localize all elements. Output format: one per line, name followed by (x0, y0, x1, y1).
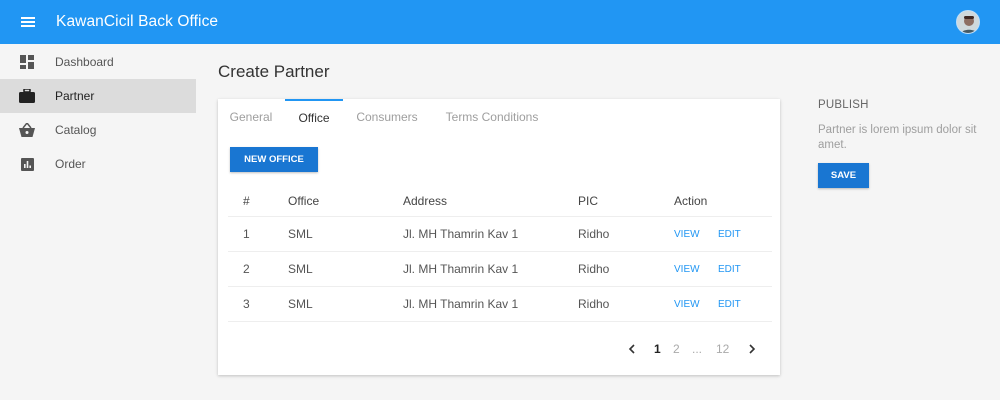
publish-description: Partner is lorem ipsum dolor sit amet. (818, 124, 977, 151)
pagination: 1 2 ... 12 (622, 339, 772, 359)
menu-button[interactable] (0, 0, 56, 44)
page-button[interactable]: 12 (716, 339, 729, 359)
app-bar: KawanCicil Back Office (0, 0, 1000, 44)
row-office: SML (288, 227, 313, 241)
tab-office[interactable]: Office (285, 99, 343, 135)
briefcase-icon (18, 87, 36, 105)
tab-bar: General Office Consumers Terms Condition… (218, 99, 780, 135)
table-row: 3 SML Jl. MH Thamrin Kav 1 Ridho VIEW ED… (228, 287, 772, 322)
chevron-right-icon[interactable] (748, 339, 756, 359)
table-row: 2 SML Jl. MH Thamrin Kav 1 Ridho VIEW ED… (228, 252, 772, 287)
sidebar-item-partner[interactable]: Partner (0, 79, 196, 113)
row-number: 1 (243, 227, 250, 241)
row-address: Jl. MH Thamrin Kav 1 (403, 227, 519, 241)
sidebar: Dashboard Partner Catalog Order (0, 44, 196, 400)
column-header-pic: PIC (578, 193, 599, 208)
row-address: Jl. MH Thamrin Kav 1 (403, 262, 519, 276)
sidebar-item-dashboard[interactable]: Dashboard (0, 45, 196, 79)
dashboard-icon (18, 53, 36, 71)
sidebar-item-label: Catalog (55, 123, 97, 137)
edit-link[interactable]: EDIT (718, 252, 741, 286)
row-address: Jl. MH Thamrin Kav 1 (403, 297, 519, 311)
publish-panel: PUBLISH Partner is lorem ipsum dolor sit… (818, 99, 988, 188)
table-header: # Office Address PIC Action (228, 185, 772, 217)
row-number: 2 (243, 262, 250, 276)
sidebar-item-catalog[interactable]: Catalog (0, 113, 196, 147)
edit-link[interactable]: EDIT (718, 217, 741, 251)
page-ellipsis: ... (692, 342, 703, 356)
publish-title: PUBLISH (818, 99, 869, 111)
tab-consumers[interactable]: Consumers (352, 99, 422, 135)
row-pic: Ridho (578, 262, 610, 276)
sidebar-item-label: Partner (55, 89, 95, 103)
basket-icon (18, 121, 36, 139)
row-office: SML (288, 297, 313, 311)
avatar[interactable] (956, 10, 980, 34)
row-office: SML (288, 262, 313, 276)
view-link[interactable]: VIEW (674, 287, 700, 321)
column-header-address: Address (403, 193, 448, 208)
app-title: KawanCicil Back Office (56, 13, 219, 30)
table-row: 1 SML Jl. MH Thamrin Kav 1 Ridho VIEW ED… (228, 217, 772, 252)
view-link[interactable]: VIEW (674, 252, 700, 286)
save-button[interactable]: SAVE (818, 163, 869, 188)
row-number: 3 (243, 297, 250, 311)
page-button[interactable]: 1 (654, 339, 661, 359)
sidebar-item-label: Order (55, 157, 86, 171)
sidebar-item-order[interactable]: Order (0, 147, 196, 181)
partner-form-card: General Office Consumers Terms Condition… (218, 99, 780, 375)
column-header-number: # (243, 193, 250, 208)
sidebar-item-label: Dashboard (55, 55, 114, 69)
hamburger-icon (21, 17, 35, 27)
column-header-action: Action (674, 193, 708, 208)
new-office-button[interactable]: NEW OFFICE (230, 147, 318, 172)
page-button[interactable]: 2 (673, 339, 680, 359)
edit-link[interactable]: EDIT (718, 287, 741, 321)
tab-general[interactable]: General (228, 99, 274, 135)
bar-chart-icon (18, 155, 36, 173)
page-title: Create Partner (218, 62, 330, 81)
office-table: # Office Address PIC Action 1 SML Jl. MH… (228, 185, 772, 322)
chevron-left-icon[interactable] (628, 339, 636, 359)
user-avatar-icon (957, 11, 979, 33)
row-pic: Ridho (578, 227, 610, 241)
view-link[interactable]: VIEW (674, 217, 700, 251)
row-pic: Ridho (578, 297, 610, 311)
column-header-office: Office (288, 193, 320, 208)
tab-terms-conditions[interactable]: Terms Conditions (440, 99, 544, 135)
